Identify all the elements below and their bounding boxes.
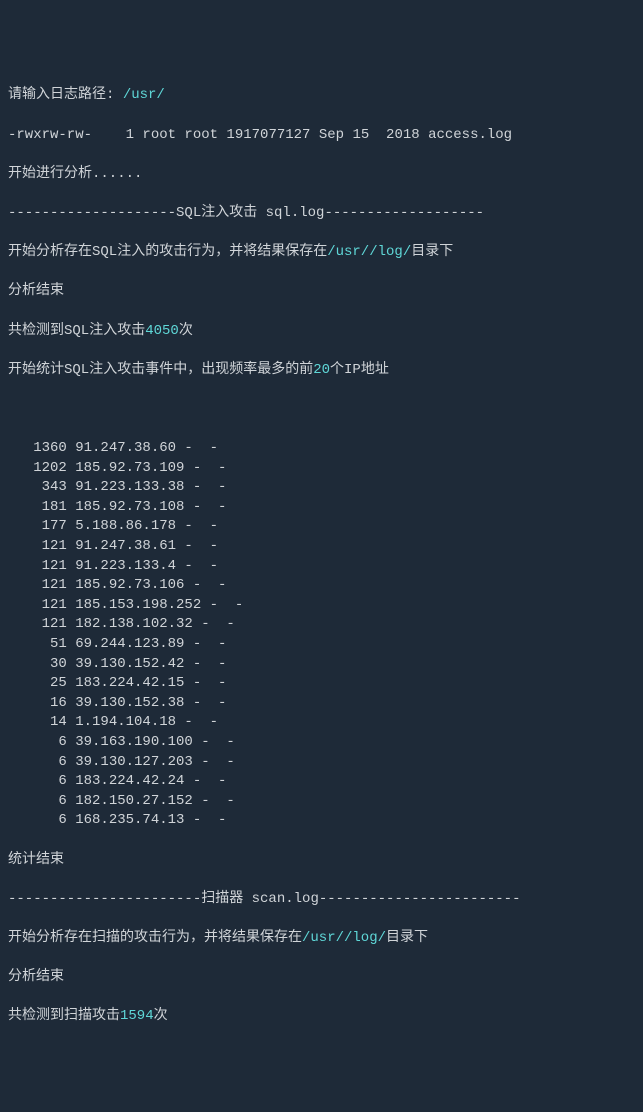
scan-divider: -----------------------扫描器 scan.log-----… <box>8 890 635 910</box>
table-row: 181 185.92.73.108 - - <box>8 498 635 518</box>
scan-detect-count: 1594 <box>120 1008 154 1024</box>
sql-stats-prefix: 开始统计SQL注入攻击事件中，出现频率最多的前 <box>8 362 313 378</box>
table-row: 343 91.223.133.38 - - <box>8 478 635 498</box>
table-row: 121 182.138.102.32 - - <box>8 615 635 635</box>
scan-detect-suffix: 次 <box>154 1008 168 1024</box>
scan-begin-line: 开始分析存在扫描的攻击行为，并将结果保存在/usr//log/目录下 <box>8 929 635 949</box>
table-row: 6 182.150.27.152 - - <box>8 792 635 812</box>
sql-stats-n: 20 <box>313 362 330 378</box>
scan-suffix: 目录下 <box>386 930 428 946</box>
sql-detect-suffix: 次 <box>179 323 193 339</box>
sql-divider: --------------------SQL注入攻击 sql.log-----… <box>8 204 635 224</box>
sql-stats-line: 开始统计SQL注入攻击事件中，出现频率最多的前20个IP地址 <box>8 361 635 381</box>
table-row: 121 91.247.38.61 - - <box>8 537 635 557</box>
scan-end: 分析结束 <box>8 968 635 988</box>
table-row: 1202 185.92.73.109 - - <box>8 459 635 479</box>
table-row: 121 185.92.73.106 - - <box>8 576 635 596</box>
table-row: 6 183.224.42.24 - - <box>8 772 635 792</box>
sql-stats-suffix: 个IP地址 <box>330 362 389 378</box>
table-row: 30 39.130.152.42 - - <box>8 655 635 675</box>
table-row: 177 5.188.86.178 - - <box>8 517 635 537</box>
prompt-label: 请输入日志路径: <box>8 87 114 103</box>
table-row: 51 69.244.123.89 - - <box>8 635 635 655</box>
sql-begin-line: 开始分析存在SQL注入的攻击行为，并将结果保存在/usr//log/目录下 <box>8 243 635 263</box>
sql-detect-prefix: 共检测到SQL注入攻击 <box>8 323 145 339</box>
table-row: 25 183.224.42.15 - - <box>8 674 635 694</box>
sql-detect-line: 共检测到SQL注入攻击4050次 <box>8 322 635 342</box>
table-row: 6 168.235.74.13 - - <box>8 811 635 831</box>
table-row: 121 91.223.133.4 - - <box>8 557 635 577</box>
scan-detect-prefix: 共检测到扫描攻击 <box>8 1008 120 1024</box>
blank-line <box>8 400 635 420</box>
table-row: 121 185.153.198.252 - - <box>8 596 635 616</box>
file-listing: -rwxrw-rw- 1 root root 1917077127 Sep 15… <box>8 126 635 146</box>
scan-save-path: /usr//log/ <box>302 930 386 946</box>
table-row: 14 1.194.104.18 - - <box>8 713 635 733</box>
prompt-line: 请输入日志路径: /usr/ <box>8 86 635 106</box>
scan-detect-line: 共检测到扫描攻击1594次 <box>8 1007 635 1027</box>
sql-detect-count: 4050 <box>145 323 179 339</box>
prompt-value: /usr/ <box>123 87 165 103</box>
table-row: 6 39.163.190.100 - - <box>8 733 635 753</box>
start-msg: 开始进行分析...... <box>8 165 635 185</box>
table-row: 6 39.130.127.203 - - <box>8 753 635 773</box>
ip-table: 1360 91.247.38.60 - - 1202 185.92.73.109… <box>8 439 635 831</box>
sql-end: 分析结束 <box>8 282 635 302</box>
sql-suffix: 目录下 <box>411 244 453 260</box>
table-row: 16 39.130.152.38 - - <box>8 694 635 714</box>
sql-begin-text: 开始分析存在SQL注入的攻击行为，并将结果保存在 <box>8 244 327 260</box>
sql-stats-end: 统计结束 <box>8 851 635 871</box>
scan-begin-text: 开始分析存在扫描的攻击行为，并将结果保存在 <box>8 930 302 946</box>
sql-save-path: /usr//log/ <box>327 244 411 260</box>
table-row: 1360 91.247.38.60 - - <box>8 439 635 459</box>
